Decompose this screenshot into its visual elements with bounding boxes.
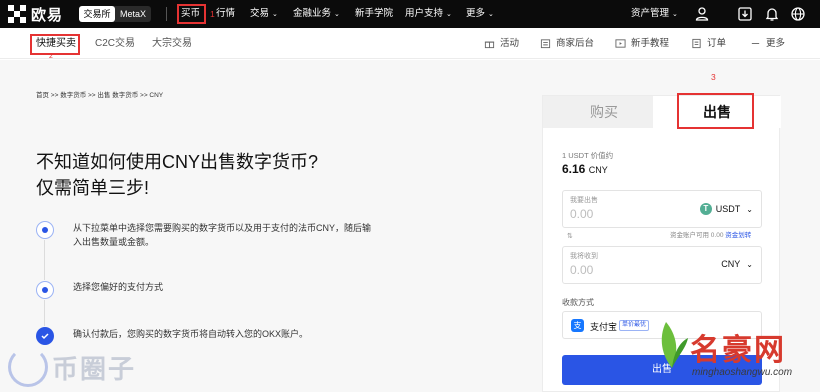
panel-tab-buy[interactable]: 购买	[543, 96, 665, 128]
link-activity[interactable]: 活动	[484, 28, 519, 59]
headline-line-2: 仅需简单三步!	[36, 178, 150, 198]
step-dot-icon	[36, 281, 54, 299]
step-2: 选择您偏好的支付方式	[36, 281, 373, 299]
receive-amount-field[interactable]: 我将收到 0.00 CNY ⌄	[562, 246, 762, 284]
sell-amount-input[interactable]: 0.00	[570, 207, 593, 221]
step-2-text: 选择您偏好的支付方式	[73, 282, 164, 292]
watermark-leaf-icon	[661, 322, 688, 368]
nav-trade[interactable]: 交易 ⌄	[250, 0, 278, 28]
nav-market[interactable]: 行情	[216, 0, 235, 28]
annotation-box-sell	[677, 93, 754, 129]
annotation-box-quick-trade	[30, 34, 80, 55]
receive-amount-label: 我将收到	[570, 253, 598, 260]
top-navbar: 欧易 交易所 MetaX 买币 1 行情 交易 ⌄ 金融业务 ⌄ 新手学院 用户支持…	[0, 0, 820, 28]
payment-method-label: 收款方式	[562, 298, 594, 307]
check-icon	[36, 327, 54, 345]
chevron-down-icon: ⌄	[746, 204, 753, 214]
breadcrumb: 首页 >> 数字货币 >> 出售 数字货币 >> CNY	[36, 92, 164, 99]
watermark-url: minghaoshangwu.com	[692, 367, 793, 378]
chevron-down-icon: ⌄	[672, 11, 678, 18]
link-orders[interactable]: 订单	[691, 28, 726, 59]
gift-icon	[484, 41, 495, 49]
okx-logo-icon	[8, 5, 26, 23]
annotation-box-buy	[177, 4, 206, 24]
tab-metax[interactable]: MetaX	[115, 6, 151, 22]
tab-block-trade[interactable]: 大宗交易	[152, 28, 192, 59]
receive-currency-select[interactable]: CNY ⌄	[721, 259, 753, 269]
sell-currency-label: USDT	[715, 204, 741, 214]
watermark-right: 名豪网 minghaoshangwu.com	[640, 310, 820, 392]
link-merchant[interactable]: 商家后台	[540, 28, 594, 59]
alipay-icon: 支	[571, 319, 584, 332]
video-icon	[615, 39, 626, 48]
nav-asset-label: 资产管理	[631, 8, 670, 19]
link-orders-label: 订单	[707, 38, 727, 49]
link-merchant-label: 商家后台	[556, 38, 595, 49]
store-icon	[540, 39, 551, 49]
receive-currency-label: CNY	[721, 259, 741, 269]
nav-trade-label: 交易	[250, 8, 270, 19]
tab-c2c[interactable]: C2C交易	[95, 28, 135, 59]
link-more-label: 更多	[766, 38, 786, 49]
annotation-3: 3	[711, 72, 716, 82]
nav-finance-label: 金融业务	[293, 8, 332, 19]
chevron-down-icon: ⌄	[446, 11, 452, 18]
chevron-down-icon: ⌄	[334, 11, 340, 18]
watermark-left-text: 币圈子	[52, 353, 137, 384]
available-balance: 资金账户可用 0.00 资金划转	[670, 229, 751, 239]
payment-method-name: 支付宝	[590, 322, 618, 332]
chevron-down-icon: ⌄	[488, 11, 494, 18]
tab-exchange[interactable]: 交易所	[79, 6, 115, 22]
more-icon	[751, 43, 760, 44]
nav-academy[interactable]: 新手学院	[355, 0, 393, 28]
swap-icon[interactable]: ⇅	[567, 232, 575, 240]
link-activity-label: 活动	[500, 38, 520, 49]
watermark-left: 币圈子	[8, 347, 136, 387]
nav-more-label: 更多	[466, 8, 486, 19]
chevron-down-icon: ⌄	[746, 259, 753, 269]
nav-asset-management[interactable]: 资产管理 ⌄	[631, 0, 678, 28]
rate-label: 1 USDT 价值约	[562, 151, 614, 160]
available-text: 资金账户可用 0.00	[670, 232, 724, 239]
step-1: 从下拉菜单中选择您需要购买的数字货币以及用于支付的法币CNY，随后输入出售数量或…	[36, 221, 373, 249]
transfer-link[interactable]: 资金划转	[725, 232, 751, 239]
globe-icon[interactable]	[790, 6, 806, 22]
nav-support-label: 用户支持	[405, 8, 444, 19]
sell-currency-select[interactable]: T USDT ⌄	[699, 203, 753, 215]
sell-amount-label: 我要出售	[570, 197, 598, 204]
order-icon	[692, 38, 701, 49]
brand-name: 欧易	[31, 6, 64, 24]
link-more[interactable]: 更多	[750, 28, 785, 59]
sell-amount-field[interactable]: 我要出售 0.00 T USDT ⌄	[562, 190, 762, 228]
chevron-down-icon: ⌄	[272, 11, 278, 18]
rate-number: 6.16	[562, 162, 586, 176]
sub-navbar: 快捷买卖 C2C交易 大宗交易 活动 商家后台 新手教程 订单 更多	[0, 28, 820, 59]
usdt-icon: T	[699, 203, 712, 215]
nav-more[interactable]: 更多 ⌄	[466, 0, 494, 28]
nav-finance[interactable]: 金融业务 ⌄	[293, 0, 340, 28]
watermark-logo-icon	[8, 347, 48, 387]
step-3: 确认付款后，您购买的数字货币将自动转入您的OKX账户。	[36, 327, 373, 345]
bell-icon[interactable]	[764, 6, 780, 22]
receive-amount-input[interactable]: 0.00	[570, 263, 593, 277]
annotation-1: 1	[210, 9, 215, 19]
rate-value: 6.16 CNY	[562, 162, 608, 176]
platform-switch: 交易所 MetaX	[79, 6, 151, 22]
step-1-text: 从下拉菜单中选择您需要购买的数字货币以及用于支付的法币CNY，随后输入出售数量或…	[73, 223, 372, 247]
step-connector	[44, 300, 45, 326]
annotation-2: 2	[49, 53, 53, 60]
nav-support[interactable]: 用户支持 ⌄	[405, 0, 452, 28]
link-tutorial-label: 新手教程	[631, 38, 670, 49]
rate-currency: CNY	[588, 165, 608, 175]
okx-logo[interactable]: 欧易	[8, 5, 64, 24]
page-headline: 不知道如何使用CNY出售数字货币? 仅需简单三步!	[36, 149, 318, 201]
headline-line-1: 不知道如何使用CNY出售数字货币?	[36, 152, 319, 172]
step-dot-icon	[36, 221, 54, 239]
watermark-right-text: 名豪网	[690, 333, 786, 368]
download-icon[interactable]	[737, 6, 753, 22]
user-icon[interactable]	[694, 6, 710, 22]
link-tutorial[interactable]: 新手教程	[615, 28, 669, 59]
step-3-text: 确认付款后，您购买的数字货币将自动转入您的OKX账户。	[73, 329, 309, 339]
nav-divider	[166, 7, 167, 21]
